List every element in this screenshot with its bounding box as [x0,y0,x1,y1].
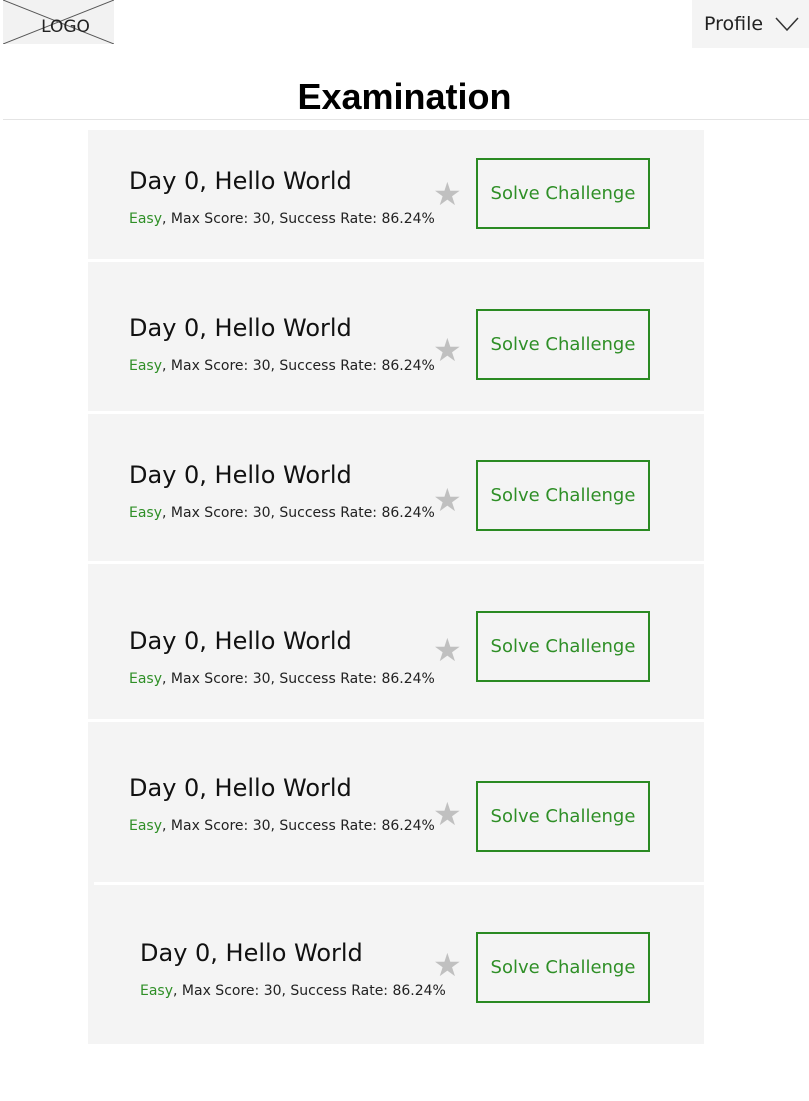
challenge-card: Day 0, Hello World Easy, Max Score: 30, … [88,414,704,561]
difficulty-label: Easy [140,983,174,999]
solve-challenge-button[interactable]: Solve Challenge [476,460,650,531]
profile-label: Profile [704,13,764,35]
challenge-card: Day 0, Hello World Easy, Max Score: 30, … [88,262,704,411]
challenge-meta: Easy, Max Score: 30, Success Rate: 86.24… [129,818,435,834]
challenge-stats: , Max Score: 30, Success Rate: 86.24% [162,818,435,834]
difficulty-label: Easy [129,358,163,374]
challenge-stats: , Max Score: 30, Success Rate: 86.24% [162,505,435,521]
challenge-stats: , Max Score: 30, Success Rate: 86.24% [162,671,435,687]
solve-challenge-button[interactable]: Solve Challenge [476,309,650,380]
solve-challenge-button[interactable]: Solve Challenge [476,932,650,1003]
page-title: Examination [297,76,512,117]
challenge-title: Day 0, Hello World [129,774,352,802]
challenge-meta: Easy, Max Score: 30, Success Rate: 86.24… [129,505,435,521]
profile-menu[interactable]: Profile [692,0,809,48]
logo-text: LOGO [41,17,90,37]
solve-challenge-button[interactable]: Solve Challenge [476,781,650,852]
solve-challenge-button[interactable]: Solve Challenge [476,158,650,229]
difficulty-label: Easy [129,671,163,687]
challenge-card: Day 0, Hello World Easy, Max Score: 30, … [88,564,704,719]
challenge-meta: Easy, Max Score: 30, Success Rate: 86.24… [129,211,435,227]
challenge-title: Day 0, Hello World [129,167,352,195]
difficulty-label: Easy [129,818,163,834]
challenge-card: Day 0, Hello World Easy, Max Score: 30, … [88,130,704,259]
star-icon[interactable]: ★ [433,178,462,210]
star-icon[interactable]: ★ [433,634,462,666]
challenge-card: Day 0, Hello World Easy, Max Score: 30, … [88,722,704,882]
challenge-meta: Easy, Max Score: 30, Success Rate: 86.24… [129,358,435,374]
challenge-stats: , Max Score: 30, Success Rate: 86.24% [162,358,435,374]
challenge-meta: Easy, Max Score: 30, Success Rate: 86.24… [129,671,435,687]
star-icon[interactable]: ★ [433,949,462,981]
challenge-stats: , Max Score: 30, Success Rate: 86.24% [162,211,435,227]
challenge-title: Day 0, Hello World [129,627,352,655]
star-icon[interactable]: ★ [433,484,462,516]
challenge-title: Day 0, Hello World [140,939,363,967]
challenge-list: Day 0, Hello World Easy, Max Score: 30, … [88,130,704,1044]
challenge-meta: Easy, Max Score: 30, Success Rate: 86.24… [140,983,446,999]
challenge-card: Day 0, Hello World Easy, Max Score: 30, … [88,885,704,1044]
header-divider [3,119,809,120]
challenge-title: Day 0, Hello World [129,461,352,489]
star-icon[interactable]: ★ [433,798,462,830]
star-icon[interactable]: ★ [433,334,462,366]
chevron-down-icon [775,17,799,31]
challenge-title: Day 0, Hello World [129,314,352,342]
logo[interactable]: LOGO [3,0,114,44]
challenge-stats: , Max Score: 30, Success Rate: 86.24% [173,983,446,999]
difficulty-label: Easy [129,505,163,521]
difficulty-label: Easy [129,211,163,227]
solve-challenge-button[interactable]: Solve Challenge [476,611,650,682]
